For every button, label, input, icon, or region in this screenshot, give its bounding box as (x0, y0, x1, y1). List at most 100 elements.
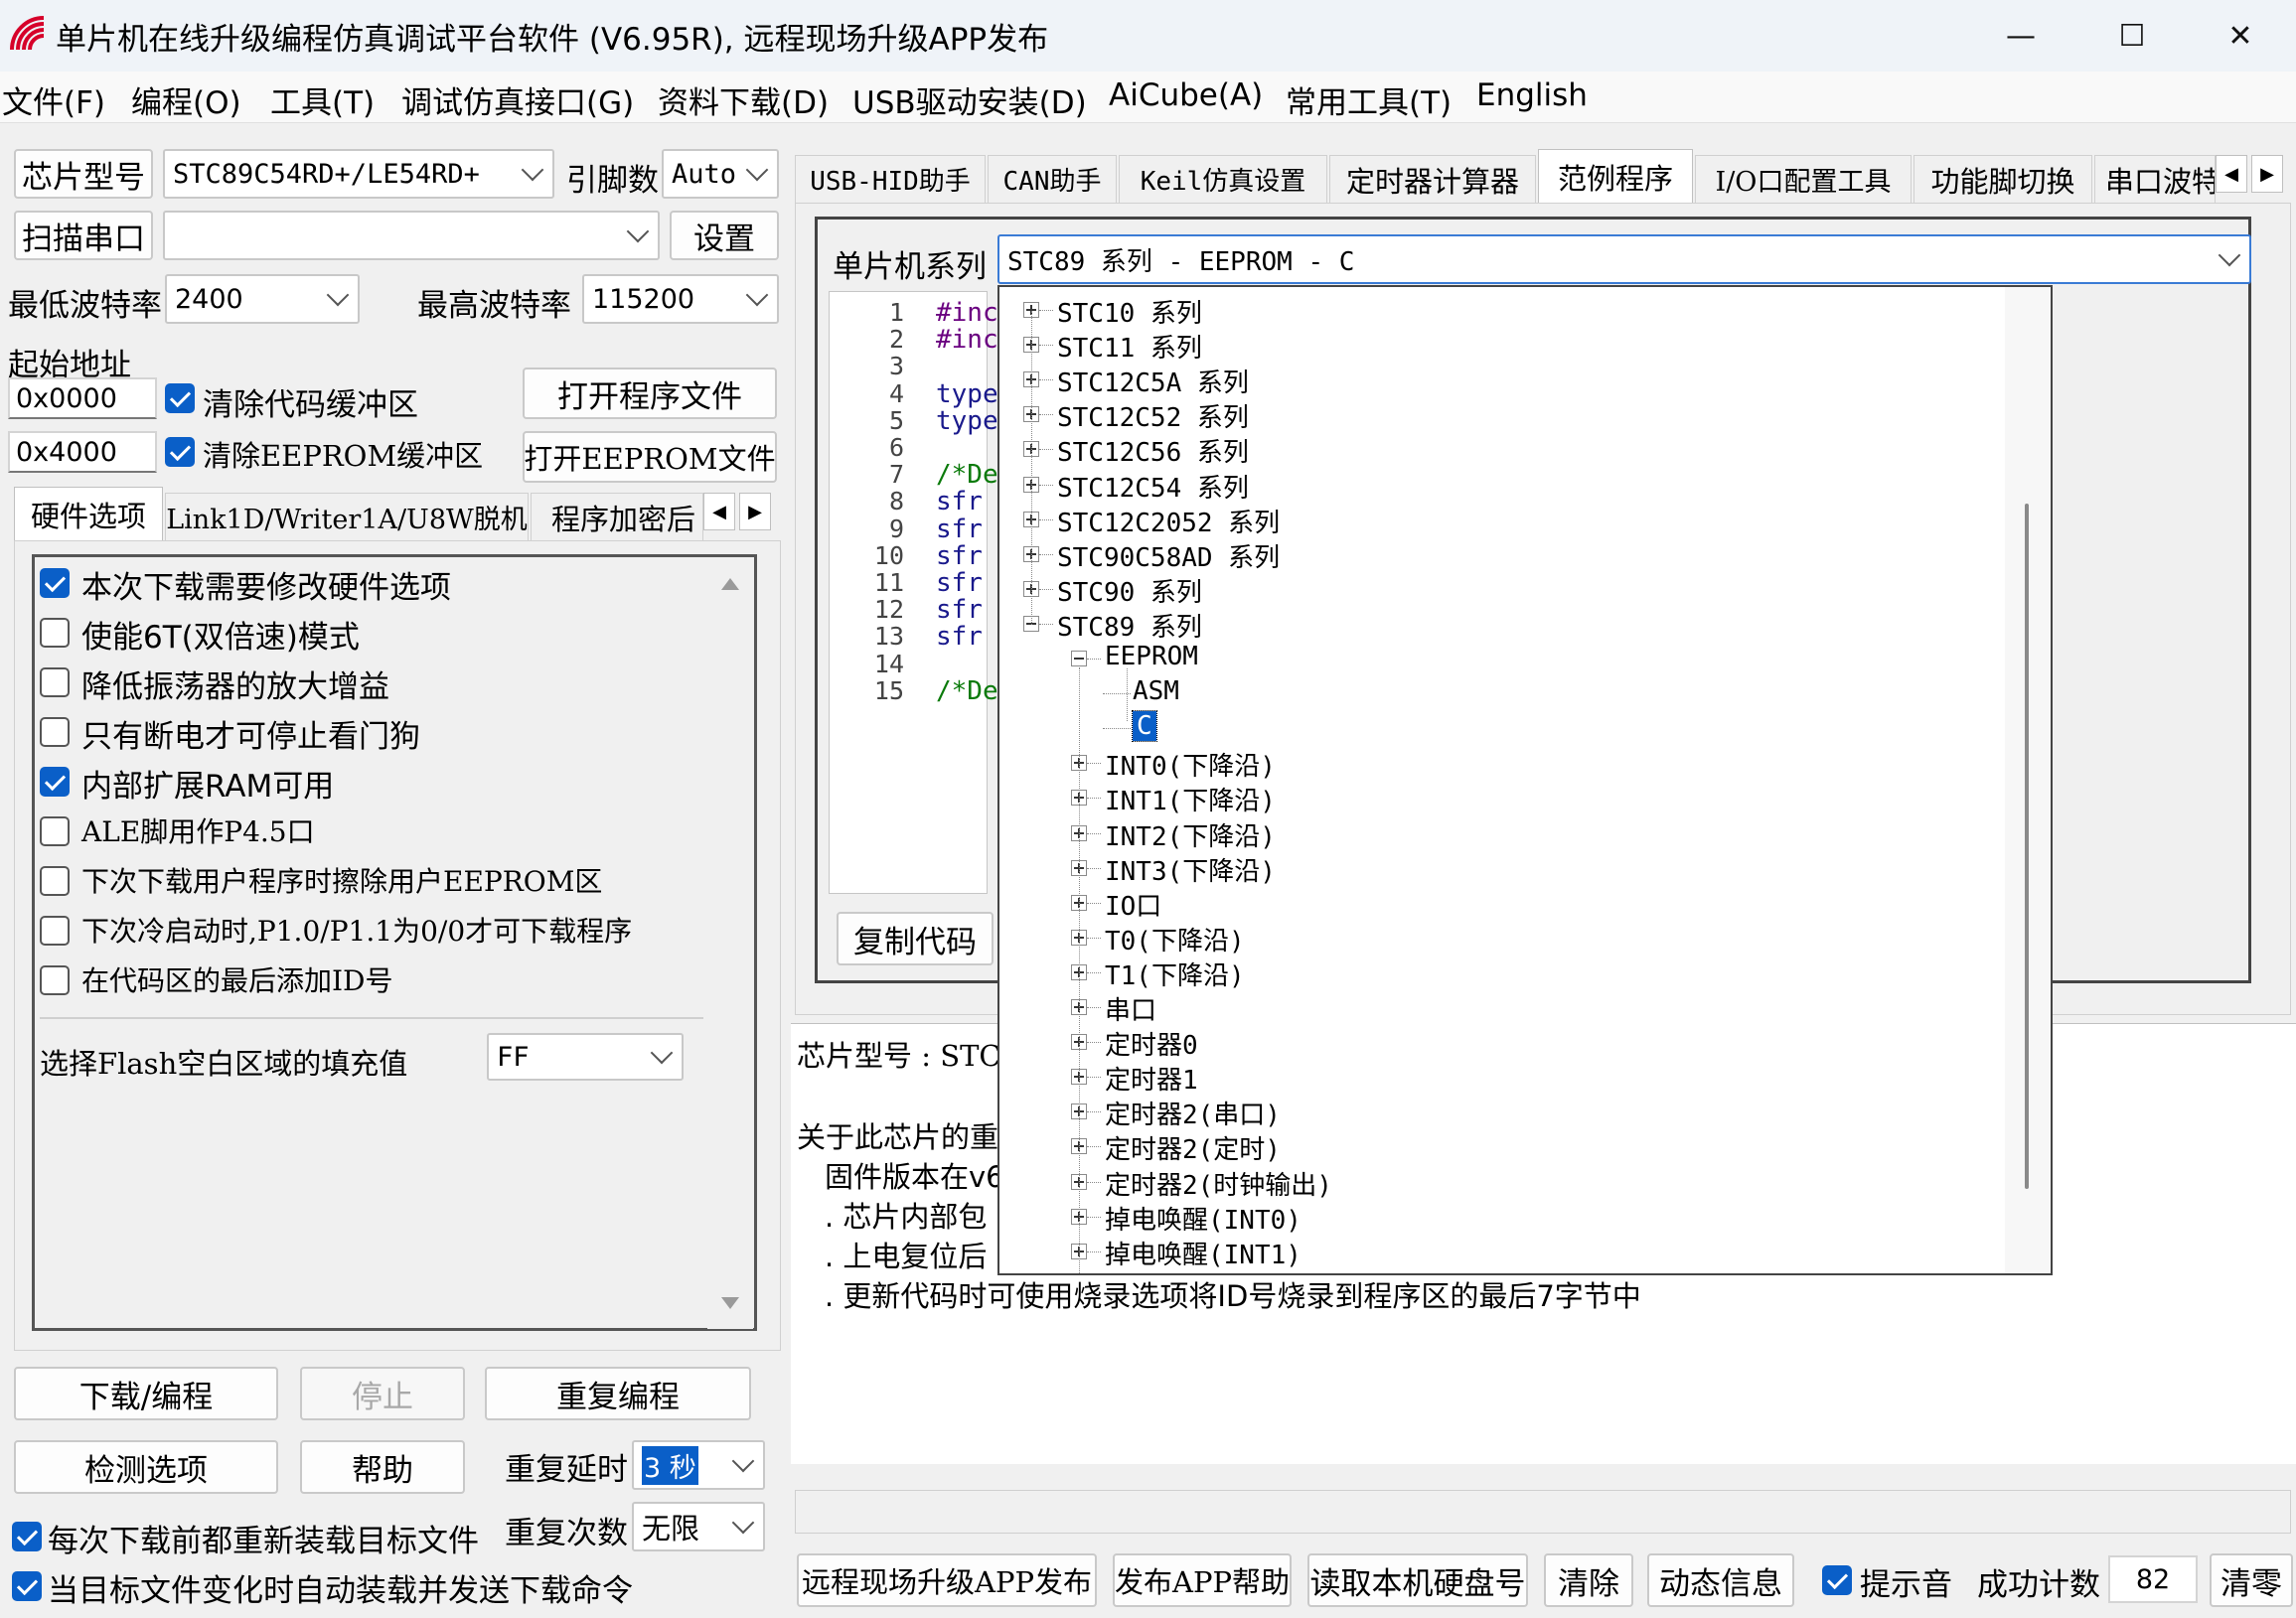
tab-uart-baud[interactable]: 串口波特 (2094, 155, 2216, 203)
tab-offline-programmer[interactable]: Link1D/Writer1A/U8W脱机 (165, 493, 529, 540)
help-button[interactable]: 帮助 (300, 1440, 465, 1494)
eeprom-start-address-input[interactable]: 0x4000 (8, 431, 157, 473)
tab-can[interactable]: CAN助手 (988, 155, 1117, 203)
tree-node[interactable]: 掉电唤醒(INT2) (1105, 1269, 1301, 1273)
tree-node[interactable]: STC12C54 系列 (1057, 468, 1249, 505)
publish-app-help-button[interactable]: 发布APP帮助 (1113, 1553, 1292, 1607)
dynamic-info-button[interactable]: 动态信息 (1647, 1553, 1794, 1607)
option-checkbox-modify-hardware[interactable] (40, 568, 70, 598)
tree-node[interactable]: STC12C5A 系列 (1057, 363, 1249, 399)
prompt-sound-checkbox[interactable] (1822, 1565, 1852, 1595)
tree-node[interactable]: STC89 系列 (1057, 607, 1202, 644)
menu-file[interactable]: 文件(F) (2, 77, 105, 122)
stop-button[interactable]: 停止 (300, 1367, 465, 1420)
option-checkbox-ale-pin[interactable] (40, 816, 70, 846)
port-settings-button[interactable]: 设置 (670, 211, 779, 260)
menu-common-tools[interactable]: 常用工具(T) (1286, 77, 1452, 122)
tree-node[interactable]: STC12C56 系列 (1057, 432, 1249, 469)
maximize-button[interactable]: ☐ (2076, 0, 2188, 72)
serial-port-select[interactable] (163, 211, 660, 260)
menu-program[interactable]: 编程(O) (131, 77, 241, 122)
close-button[interactable]: ✕ (2185, 0, 2296, 72)
reload-before-download-checkbox[interactable] (12, 1522, 42, 1551)
menu-tools[interactable]: 工具(T) (270, 77, 375, 122)
reset-count-button[interactable]: 清零 (2210, 1553, 2293, 1607)
menu-usb-driver[interactable]: USB驱动安装(D) (852, 77, 1087, 122)
menu-english[interactable]: English (1476, 77, 1588, 113)
tree-node[interactable]: STC11 系列 (1057, 328, 1202, 365)
tree-node[interactable]: 定时器2(定时) (1105, 1129, 1281, 1166)
tree-node[interactable]: INT3(下降沿) (1105, 851, 1276, 888)
fill-value-select[interactable]: FF (487, 1033, 684, 1081)
tree-node[interactable]: 串口 (1105, 990, 1156, 1027)
tab-keil-sim[interactable]: Keil仿真设置 (1119, 155, 1327, 203)
repeat-delay-select[interactable]: 3 秒 (632, 1440, 765, 1490)
option-checkbox-reduce-gain[interactable] (40, 667, 70, 697)
tree-node[interactable]: 掉电唤醒(INT1) (1105, 1235, 1301, 1271)
open-program-file-button[interactable]: 打开程序文件 (523, 368, 777, 419)
tree-node[interactable]: T0(下降沿) (1105, 921, 1245, 957)
scan-port-button[interactable]: 扫描串口 (14, 211, 153, 260)
open-eeprom-file-button[interactable]: 打开EEPROM文件 (523, 431, 777, 483)
series-tree-dropdown[interactable]: STC10 系列 STC11 系列 STC12C5A 系列 STC12C52 系列 ST… (997, 285, 2053, 1275)
tree-node[interactable]: T1(下降沿) (1105, 956, 1245, 992)
menu-download-docs[interactable]: 资料下载(D) (658, 77, 829, 122)
tree-scrollbar-thumb[interactable] (2025, 504, 2029, 1189)
tree-node[interactable]: C (1132, 710, 1157, 743)
min-baud-select[interactable]: 2400 (165, 274, 360, 324)
tree-node[interactable]: STC90C58AD 系列 (1057, 537, 1280, 574)
code-start-address-input[interactable]: 0x0000 (8, 377, 157, 419)
tab-timer-calc[interactable]: 定时器计算器 (1329, 155, 1536, 203)
tab-scroll-left-icon[interactable]: ◀ (703, 493, 735, 530)
tree-node[interactable]: STC12C52 系列 (1057, 397, 1249, 434)
check-options-button[interactable]: 检测选项 (14, 1440, 278, 1494)
tree-node[interactable]: STC12C2052 系列 (1057, 503, 1280, 539)
tab-examples[interactable]: 范例程序 (1538, 149, 1693, 203)
tab-encryption[interactable]: 程序加密后 (531, 493, 703, 540)
option-checkbox-6t-mode[interactable] (40, 618, 70, 648)
tree-node[interactable]: INT0(下降沿) (1105, 746, 1276, 783)
tab-scroll-right-icon[interactable]: ▶ (2251, 155, 2283, 193)
repeat-count-select[interactable]: 无限 (632, 1502, 765, 1551)
auto-reload-send-checkbox[interactable] (12, 1571, 42, 1601)
download-program-button[interactable]: 下载/编程 (14, 1367, 278, 1420)
option-checkbox-add-id[interactable] (40, 965, 70, 995)
clear-code-buffer-checkbox[interactable] (165, 383, 195, 413)
tree-node[interactable]: 定时器2(串口) (1105, 1095, 1281, 1131)
pin-count-select[interactable]: Auto (662, 149, 779, 199)
option-checkbox-watchdog[interactable] (40, 717, 70, 747)
tree-node[interactable]: 定时器0 (1105, 1025, 1198, 1062)
minimize-button[interactable]: — (1965, 0, 2076, 72)
remote-upgrade-publish-button[interactable]: 远程现场升级APP发布 (797, 1553, 1097, 1607)
chip-model-select[interactable]: STC89C54RD+/LE54RD+ (163, 149, 554, 199)
collapse-icon[interactable] (1071, 651, 1087, 666)
options-scrollbar[interactable] (707, 558, 753, 1329)
tree-node[interactable]: 定时器2(时钟输出) (1105, 1165, 1332, 1202)
repeat-program-button[interactable]: 重复编程 (485, 1367, 751, 1420)
clear-eeprom-buffer-checkbox[interactable] (165, 437, 195, 467)
tree-node[interactable]: ASM (1133, 676, 1179, 706)
tab-io-config[interactable]: I/O口配置工具 (1695, 155, 1912, 203)
menu-debug-interface[interactable]: 调试仿真接口(G) (401, 77, 634, 122)
mcu-series-select[interactable]: STC89 系列 - EEPROM - C (997, 234, 2251, 284)
tab-pin-switch[interactable]: 功能脚切换 (1913, 155, 2092, 203)
scroll-down-icon[interactable] (721, 1297, 739, 1309)
chip-model-button[interactable]: 芯片型号 (14, 149, 153, 199)
copy-code-button[interactable]: 复制代码 (837, 912, 994, 965)
tab-hardware-options[interactable]: 硬件选项 (14, 487, 163, 540)
tab-scroll-left-icon[interactable]: ◀ (2216, 155, 2247, 193)
clear-button[interactable]: 清除 (1544, 1553, 1633, 1607)
tree-node[interactable]: STC10 系列 (1057, 293, 1202, 330)
scroll-up-icon[interactable] (721, 578, 739, 590)
tree-node[interactable]: 掉电唤醒(INT0) (1105, 1200, 1301, 1237)
tree-node[interactable]: STC90 系列 (1057, 572, 1202, 609)
menu-aicube[interactable]: AiCube(A) (1109, 77, 1263, 113)
tree-node[interactable]: INT2(下降沿) (1105, 816, 1276, 853)
tree-scrollbar[interactable] (2005, 287, 2051, 1273)
tree-node[interactable]: IO口 (1105, 886, 1161, 923)
read-disk-id-button[interactable]: 读取本机硬盘号 (1307, 1553, 1528, 1607)
tree-node[interactable]: 定时器1 (1105, 1060, 1198, 1097)
option-checkbox-cold-start[interactable] (40, 916, 70, 946)
tree-node[interactable]: EEPROM (1105, 642, 1198, 671)
max-baud-select[interactable]: 115200 (582, 274, 779, 324)
